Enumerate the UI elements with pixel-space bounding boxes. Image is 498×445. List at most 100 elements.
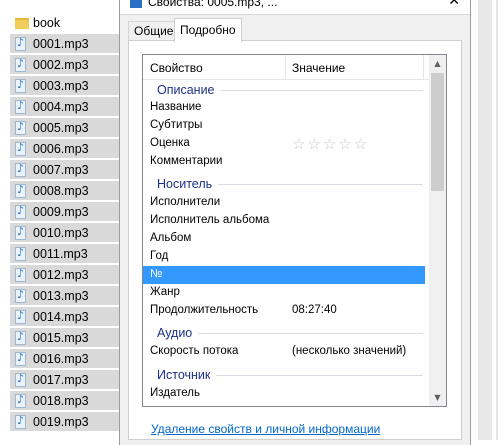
file-name: 0018.mp3 [33, 393, 89, 408]
file-name: 0001.mp3 [33, 36, 89, 51]
audio-file-icon [15, 162, 29, 177]
file-name: 0010.mp3 [33, 225, 89, 240]
audio-file-icon [15, 330, 29, 345]
file-name: 0014.mp3 [33, 309, 89, 324]
folder-item[interactable]: book [10, 13, 125, 32]
property-row[interactable]: Комментарии [143, 153, 425, 171]
scroll-up-icon[interactable]: ▲ [429, 55, 446, 72]
column-property[interactable]: Свойство [150, 61, 203, 75]
property-name: Название [150, 101, 202, 113]
audio-file-icon [15, 372, 29, 387]
audio-file-icon [15, 36, 29, 51]
property-name: Исполнители [150, 196, 221, 208]
group-audio: Аудио [143, 325, 433, 341]
file-item[interactable]: 0005.mp3 [10, 118, 125, 137]
file-item[interactable]: 0015.mp3 [10, 328, 125, 347]
file-name: 0012.mp3 [33, 267, 89, 282]
file-name: 0004.mp3 [33, 99, 89, 114]
close-icon[interactable]: ✕ [448, 0, 460, 9]
tab-details[interactable]: Подробно [174, 18, 242, 42]
file-item[interactable]: 0006.mp3 [10, 139, 125, 158]
audio-file-icon [15, 183, 29, 198]
audio-file-icon [15, 393, 29, 408]
column-divider[interactable] [285, 55, 286, 79]
file-name: 0017.mp3 [33, 372, 89, 387]
property-row[interactable]: Жанр [143, 284, 425, 302]
audio-file-icon [15, 120, 29, 135]
property-row[interactable]: Скорость потока (несколько значений) [143, 343, 425, 361]
file-item[interactable]: 0009.mp3 [10, 202, 125, 221]
explorer-column-strip [478, 0, 492, 440]
property-row[interactable]: Год [143, 248, 425, 266]
column-header: Свойство Значение [143, 55, 433, 80]
audio-file-icon [15, 204, 29, 219]
audio-file-icon [130, 0, 142, 8]
file-item[interactable]: 0018.mp3 [10, 391, 125, 410]
file-name: 0011.mp3 [33, 246, 88, 261]
file-item[interactable]: 0016.mp3 [10, 349, 125, 368]
column-value[interactable]: Значение [292, 61, 345, 75]
file-item[interactable]: 0012.mp3 [10, 265, 125, 284]
file-item[interactable]: 0002.mp3 [10, 55, 125, 74]
file-item[interactable]: 0019.mp3 [10, 412, 125, 431]
file-item[interactable]: 0017.mp3 [10, 370, 125, 389]
property-row[interactable]: Исполнитель альбома [143, 212, 425, 230]
property-name: Исполнитель альбома [150, 214, 270, 226]
file-item[interactable]: 0003.mp3 [10, 76, 125, 95]
folder-name: book [33, 15, 61, 30]
file-item[interactable]: 0013.mp3 [10, 286, 125, 305]
file-name: 0008.mp3 [33, 183, 89, 198]
audio-file-icon [15, 246, 29, 261]
dialog-titlebar[interactable]: Свойства: 0005.mp3, ... ✕ [120, 0, 470, 15]
group-description: Описание [143, 82, 433, 98]
property-name: Продолжительность [150, 304, 259, 316]
property-row[interactable]: Издатель [143, 385, 425, 403]
property-row[interactable]: Оценка ☆☆☆☆☆ [143, 135, 425, 153]
vertical-scrollbar[interactable]: ▲ ▼ [429, 55, 446, 406]
file-name: 0009.mp3 [33, 204, 89, 219]
file-item[interactable]: 0008.mp3 [10, 181, 125, 200]
folder-icon [15, 16, 29, 30]
property-name: Альбом [150, 232, 192, 244]
file-name: 0015.mp3 [33, 330, 89, 345]
audio-file-icon [15, 57, 29, 72]
audio-file-icon [15, 78, 29, 93]
rating-stars[interactable]: ☆☆☆☆☆ [292, 135, 369, 153]
audio-file-icon [15, 288, 29, 303]
property-value: (несколько значений) [292, 345, 407, 357]
scroll-down-icon[interactable]: ▼ [429, 389, 446, 406]
file-name: 0005.mp3 [33, 120, 89, 135]
file-item[interactable]: 0014.mp3 [10, 307, 125, 326]
details-panel: Свойство Значение Описание Название Субт… [128, 40, 462, 440]
property-row[interactable]: Название [143, 99, 425, 117]
file-name: 0007.mp3 [33, 162, 89, 177]
file-item[interactable]: 0007.mp3 [10, 160, 125, 179]
audio-file-icon [15, 141, 29, 156]
scroll-thumb[interactable] [431, 73, 444, 191]
file-item[interactable]: 0004.mp3 [10, 97, 125, 116]
property-row[interactable]: Продолжительность 08:27:40 [143, 302, 425, 320]
property-row[interactable]: Исполнители [143, 194, 425, 212]
file-name: 0019.mp3 [33, 414, 89, 429]
audio-file-icon [15, 99, 29, 114]
audio-file-icon [15, 309, 29, 324]
property-name: Издатель [150, 387, 200, 399]
group-label: Источник [157, 368, 217, 382]
file-item[interactable]: 0011.mp3 [10, 244, 125, 263]
audio-file-icon [15, 225, 29, 240]
audio-file-icon [15, 414, 29, 429]
property-row-selected[interactable]: № [143, 266, 425, 284]
remove-properties-link[interactable]: Удаление свойств и личной информации [151, 422, 380, 436]
file-name: 0003.mp3 [33, 78, 89, 93]
properties-dialog: Свойства: 0005.mp3, ... ✕ Общие Подробно… [119, 0, 471, 445]
group-label: Носитель [157, 177, 219, 191]
tab-general[interactable]: Общие [128, 21, 180, 41]
audio-file-icon [15, 351, 29, 366]
file-name: 0002.mp3 [33, 57, 89, 72]
dialog-title: Свойства: 0005.mp3, ... [148, 0, 278, 9]
property-row[interactable]: Альбом [143, 230, 425, 248]
property-row[interactable]: Субтитры [143, 117, 425, 135]
file-item[interactable]: 0001.mp3 [10, 34, 125, 53]
column-divider[interactable] [423, 55, 424, 79]
file-item[interactable]: 0010.mp3 [10, 223, 125, 242]
